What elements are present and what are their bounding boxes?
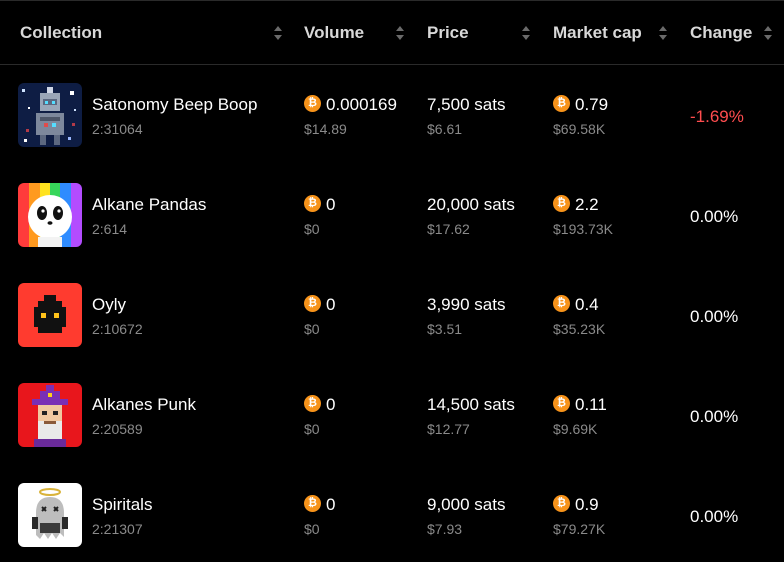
collection-thumbnail[interactable] <box>18 183 82 247</box>
collection-id: 2:31064 <box>92 121 143 137</box>
column-header-volume[interactable]: Volume <box>304 1 364 65</box>
bitcoin-icon: ₿ <box>304 495 321 512</box>
change-value: 0.00% <box>690 307 739 326</box>
table-row[interactable]: Spiritals 2:21307 ₿ 0 $0 9,000 sats $7.9… <box>0 465 784 562</box>
market-cap-usd: $35.23K <box>553 321 606 337</box>
collection-thumbnail[interactable] <box>18 83 82 147</box>
volume-usd: $0 <box>304 521 320 537</box>
wizard-punk-image <box>18 383 82 447</box>
price-usd: $17.62 <box>427 221 470 237</box>
price-value: 7,500 sats <box>427 95 506 114</box>
price-usd: $3.51 <box>427 321 463 337</box>
panda-image <box>18 183 82 247</box>
column-header-market-cap[interactable]: Market cap <box>553 1 642 65</box>
collection-name[interactable]: Oyly <box>92 295 126 315</box>
oyly-image <box>18 283 82 347</box>
collection-name[interactable]: Alkane Pandas <box>92 195 206 215</box>
market-cap-value: 0.11 <box>575 395 607 414</box>
change-value: -1.69% <box>690 107 744 126</box>
collection-thumbnail[interactable] <box>18 383 82 447</box>
bitcoin-icon: ₿ <box>304 395 321 412</box>
market-cap-value: 2.2 <box>575 195 599 214</box>
volume-value: 0 <box>326 195 336 214</box>
market-cap-value: 0.79 <box>575 95 609 114</box>
volume-usd: $0 <box>304 321 320 337</box>
robot-image <box>18 83 82 147</box>
collection-thumbnail[interactable] <box>18 283 82 347</box>
table-row[interactable]: Alkane Pandas 2:614 ₿ 0 $0 20,000 sats $… <box>0 165 784 265</box>
collection-id: 2:20589 <box>92 421 143 437</box>
volume-value: 0 <box>326 395 336 414</box>
collection-thumbnail[interactable] <box>18 483 82 547</box>
price-value: 9,000 sats <box>427 495 506 514</box>
volume-usd: $0 <box>304 421 320 437</box>
ghost-image <box>18 483 82 547</box>
sort-icon[interactable] <box>658 25 668 41</box>
bitcoin-icon: ₿ <box>304 95 321 112</box>
table-row[interactable]: Satonomy Beep Boop 2:31064 ₿ 0.000169 $1… <box>0 65 784 165</box>
collection-name[interactable]: Satonomy Beep Boop <box>92 95 257 115</box>
volume-value: 0.000169 <box>326 95 397 114</box>
change-value: 0.00% <box>690 407 739 426</box>
bitcoin-icon: ₿ <box>553 95 570 112</box>
volume-value: 0 <box>326 495 336 514</box>
price-value: 14,500 sats <box>427 395 515 414</box>
price-usd: $6.61 <box>427 121 463 137</box>
collection-id: 2:614 <box>92 221 128 237</box>
market-cap-usd: $69.58K <box>553 121 606 137</box>
column-header-change[interactable]: Change <box>690 1 752 65</box>
price-value: 3,990 sats <box>427 295 506 314</box>
market-cap-value: 0.9 <box>575 495 599 514</box>
volume-value: 0 <box>326 295 336 314</box>
market-cap-usd: $79.27K <box>553 521 606 537</box>
table-row[interactable]: Alkanes Punk 2:20589 ₿ 0 $0 14,500 sats … <box>0 365 784 465</box>
collection-id: 2:21307 <box>92 521 143 537</box>
bitcoin-icon: ₿ <box>553 295 570 312</box>
change-value: 0.00% <box>690 507 739 526</box>
sort-icon[interactable] <box>763 25 773 41</box>
sort-icon[interactable] <box>521 25 531 41</box>
price-usd: $7.93 <box>427 521 463 537</box>
bitcoin-icon: ₿ <box>553 495 570 512</box>
collection-id: 2:10672 <box>92 321 143 337</box>
price-value: 20,000 sats <box>427 195 515 214</box>
bitcoin-icon: ₿ <box>553 395 570 412</box>
price-usd: $12.77 <box>427 421 470 437</box>
sort-icon[interactable] <box>395 25 405 41</box>
market-cap-usd: $9.69K <box>553 421 598 437</box>
bitcoin-icon: ₿ <box>553 195 570 212</box>
volume-usd: $0 <box>304 221 320 237</box>
table-row[interactable]: Oyly 2:10672 ₿ 0 $0 3,990 sats $3.51 ₿ 0… <box>0 265 784 365</box>
market-cap-value: 0.4 <box>575 295 599 314</box>
column-header-collection[interactable]: Collection <box>20 1 102 65</box>
bitcoin-icon: ₿ <box>304 195 321 212</box>
market-cap-usd: $193.73K <box>553 221 613 237</box>
table-header: Collection Volume Price Market cap Chang… <box>0 0 784 65</box>
collection-name[interactable]: Spiritals <box>92 495 152 515</box>
collections-table: Collection Volume Price Market cap Chang… <box>0 0 784 562</box>
sort-icon[interactable] <box>273 25 283 41</box>
change-value: 0.00% <box>690 207 739 226</box>
bitcoin-icon: ₿ <box>304 295 321 312</box>
collection-name[interactable]: Alkanes Punk <box>92 395 196 415</box>
column-header-price[interactable]: Price <box>427 1 469 65</box>
volume-usd: $14.89 <box>304 121 347 137</box>
